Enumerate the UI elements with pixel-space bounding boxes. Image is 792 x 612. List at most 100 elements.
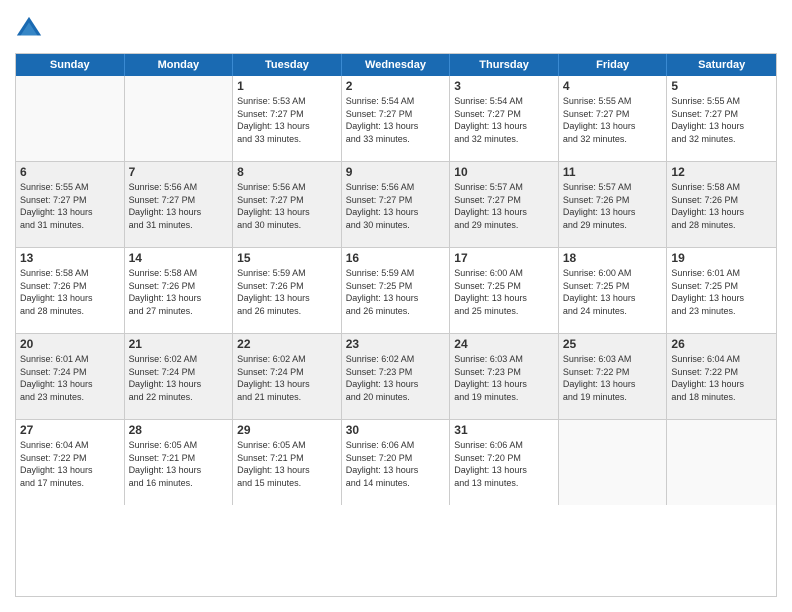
day-number: 17 — [454, 251, 554, 265]
cell-info-line: and 30 minutes. — [346, 219, 446, 232]
calendar-cell: 1Sunrise: 5:53 AMSunset: 7:27 PMDaylight… — [233, 76, 342, 161]
cell-info-line: Sunrise: 5:56 AM — [346, 181, 446, 194]
cell-info-line: Sunset: 7:22 PM — [20, 452, 120, 465]
cell-info-line: Sunrise: 6:06 AM — [454, 439, 554, 452]
cell-info-line: Sunrise: 5:59 AM — [346, 267, 446, 280]
cell-info-line: Sunrise: 5:58 AM — [129, 267, 229, 280]
cell-info-line: Daylight: 13 hours — [237, 206, 337, 219]
calendar-cell: 3 Sunrise: 5:54 AMSunset: 7:27 PMDaylight… — [450, 76, 559, 161]
cell-info-line: Sunset: 7:26 PM — [563, 194, 663, 207]
cell-info-line: and 20 minutes. — [346, 391, 446, 404]
cell-info-line: Sunset: 7:26 PM — [129, 280, 229, 293]
cell-info-line: Sunrise: 5:55 AM — [563, 95, 663, 108]
cell-info-line: Daylight: 13 hours — [237, 378, 337, 391]
cell-info-line: Daylight: 13 hours — [454, 206, 554, 219]
cell-info-line: Sunset: 7:21 PM — [129, 452, 229, 465]
cell-info-line: and 14 minutes. — [346, 477, 446, 490]
cell-info-line: Daylight: 13 hours — [563, 206, 663, 219]
cell-info-line: Sunset: 7:27 PM — [563, 108, 663, 121]
calendar-row-4: 27Sunrise: 6:04 AMSunset: 7:22 PMDayligh… — [16, 419, 776, 505]
calendar-row-2: 13Sunrise: 5:58 AMSunset: 7:26 PMDayligh… — [16, 247, 776, 333]
cell-info-line: and 17 minutes. — [20, 477, 120, 490]
day-number: 21 — [129, 337, 229, 351]
cell-info-line: and 23 minutes. — [20, 391, 120, 404]
cell-info-line: and 29 minutes. — [454, 219, 554, 232]
day-number: 20 — [20, 337, 120, 351]
cell-info-line: and 24 minutes. — [563, 305, 663, 318]
cell-info-line: Sunrise: 6:03 AM — [454, 353, 554, 366]
cell-info-line: Sunrise: 6:02 AM — [237, 353, 337, 366]
cell-info-line: Sunset: 7:27 PM — [129, 194, 229, 207]
cell-info-line: and 26 minutes. — [237, 305, 337, 318]
cell-info-line: Sunset: 7:27 PM — [454, 108, 554, 121]
calendar-cell — [559, 420, 668, 505]
cell-info-line: and 16 minutes. — [129, 477, 229, 490]
calendar-cell: 14Sunrise: 5:58 AMSunset: 7:26 PMDayligh… — [125, 248, 234, 333]
cell-info-line: Sunset: 7:20 PM — [454, 452, 554, 465]
cell-info-line: Sunrise: 6:00 AM — [454, 267, 554, 280]
cell-info-line: Sunset: 7:27 PM — [671, 108, 772, 121]
day-number: 30 — [346, 423, 446, 437]
cell-info-line: and 31 minutes. — [20, 219, 120, 232]
cell-info-line: Daylight: 13 hours — [671, 206, 772, 219]
cell-info-line: Sunset: 7:27 PM — [346, 194, 446, 207]
day-number: 22 — [237, 337, 337, 351]
calendar-cell: 8Sunrise: 5:56 AMSunset: 7:27 PMDaylight… — [233, 162, 342, 247]
cell-info-line: Daylight: 13 hours — [671, 378, 772, 391]
calendar-row-1: 6Sunrise: 5:55 AMSunset: 7:27 PMDaylight… — [16, 161, 776, 247]
calendar-cell: 19Sunrise: 6:01 AMSunset: 7:25 PMDayligh… — [667, 248, 776, 333]
cell-info-line: Sunrise: 6:06 AM — [346, 439, 446, 452]
cell-info-line: Sunset: 7:25 PM — [346, 280, 446, 293]
cell-info-line: Sunrise: 5:54 AM — [454, 95, 554, 108]
cell-info-line: Sunrise: 5:58 AM — [20, 267, 120, 280]
calendar-cell: 26 Sunrise: 6:04 AMSunset: 7:22 PMDayligh… — [667, 334, 776, 419]
day-number: 19 — [671, 251, 772, 265]
calendar-cell: 10Sunrise: 5:57 AMSunset: 7:27 PMDayligh… — [450, 162, 559, 247]
logo — [15, 15, 47, 43]
cell-info-line: Daylight: 13 hours — [671, 292, 772, 305]
cell-info-line: Daylight: 13 hours — [346, 378, 446, 391]
cell-info-line: Sunrise: 5:54 AM — [346, 95, 446, 108]
cell-info-line: Daylight: 13 hours — [129, 292, 229, 305]
cell-info-line: and 27 minutes. — [129, 305, 229, 318]
day-number: 6 — [20, 165, 120, 179]
cell-info-line: and 26 minutes. — [346, 305, 446, 318]
cell-info-line: and 21 minutes. — [237, 391, 337, 404]
calendar-cell: 11Sunrise: 5:57 AMSunset: 7:26 PMDayligh… — [559, 162, 668, 247]
calendar-header: SundayMondayTuesdayWednesdayThursdayFrid… — [16, 54, 776, 76]
cell-info-line: Sunset: 7:27 PM — [20, 194, 120, 207]
cell-info-line: Daylight: 13 hours — [129, 206, 229, 219]
calendar-cell: 2Sunrise: 5:54 AMSunset: 7:27 PMDaylight… — [342, 76, 451, 161]
cell-info-line: Sunset: 7:22 PM — [671, 366, 772, 379]
day-number: 3 — [454, 79, 554, 93]
cell-info-line: Sunrise: 6:04 AM — [20, 439, 120, 452]
calendar-cell: 20Sunrise: 6:01 AMSunset: 7:24 PMDayligh… — [16, 334, 125, 419]
day-number: 2 — [346, 79, 446, 93]
calendar-cell: 29Sunrise: 6:05 AMSunset: 7:21 PMDayligh… — [233, 420, 342, 505]
cell-info-line: Sunset: 7:25 PM — [454, 280, 554, 293]
cell-info-line: Sunset: 7:23 PM — [346, 366, 446, 379]
day-number: 29 — [237, 423, 337, 437]
header-day-tuesday: Tuesday — [233, 54, 342, 76]
calendar-cell: 4Sunrise: 5:55 AMSunset: 7:27 PMDaylight… — [559, 76, 668, 161]
cell-info-line: and 33 minutes. — [237, 133, 337, 146]
cell-info-line: and 29 minutes. — [563, 219, 663, 232]
cell-info-line: Sunrise: 6:05 AM — [129, 439, 229, 452]
cell-info-line: Sunset: 7:24 PM — [237, 366, 337, 379]
cell-info-line: Daylight: 13 hours — [237, 464, 337, 477]
cell-info-line: Sunset: 7:22 PM — [563, 366, 663, 379]
cell-info-line: and 32 minutes. — [454, 133, 554, 146]
cell-info-line: Daylight: 13 hours — [237, 120, 337, 133]
calendar-cell: 16Sunrise: 5:59 AMSunset: 7:25 PMDayligh… — [342, 248, 451, 333]
cell-info-line: Sunrise: 6:02 AM — [346, 353, 446, 366]
cell-info-line: and 33 minutes. — [346, 133, 446, 146]
cell-info-line: Sunrise: 6:04 AM — [671, 353, 772, 366]
cell-info-line: Sunrise: 6:00 AM — [563, 267, 663, 280]
calendar-row-3: 20Sunrise: 6:01 AMSunset: 7:24 PMDayligh… — [16, 333, 776, 419]
cell-info-line: Sunset: 7:24 PM — [129, 366, 229, 379]
day-number: 1 — [237, 79, 337, 93]
cell-info-line: Daylight: 13 hours — [454, 120, 554, 133]
cell-info-line: Daylight: 13 hours — [237, 292, 337, 305]
day-number: 26 — [671, 337, 772, 351]
cell-info-line: Daylight: 13 hours — [346, 120, 446, 133]
